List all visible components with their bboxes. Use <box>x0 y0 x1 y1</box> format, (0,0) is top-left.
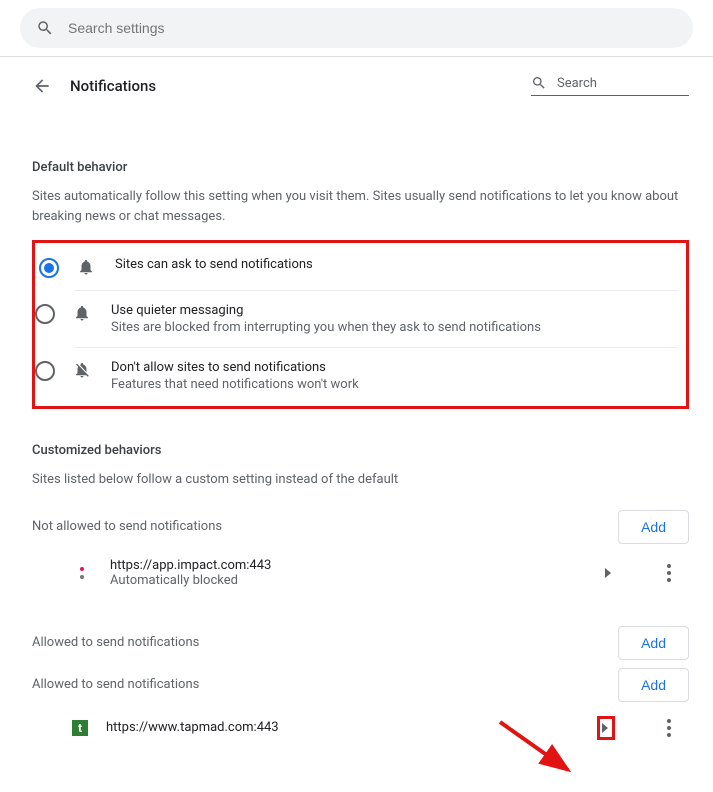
site-sublabel: Automatically blocked <box>110 573 585 588</box>
allowed-label-1: Allowed to send notifications <box>32 635 618 650</box>
customized-behaviors-title: Customized behaviors <box>32 443 689 458</box>
radio-button[interactable] <box>39 258 59 278</box>
radio-sublabel: Features that need notifications won't w… <box>111 377 674 392</box>
radio-button[interactable] <box>35 361 55 381</box>
chevron-right-icon[interactable] <box>602 723 610 733</box>
radio-option-dont-allow[interactable]: Don't allow sites to send notifications … <box>75 347 678 404</box>
inline-search-placeholder: Search <box>557 76 597 91</box>
annotation-box-chevron <box>597 716 615 740</box>
search-settings-input[interactable] <box>68 20 677 36</box>
radio-option-ask[interactable]: Sites can ask to send notifications <box>35 245 678 290</box>
not-allowed-label: Not allowed to send notifications <box>32 519 618 534</box>
more-options-icon[interactable] <box>657 564 681 582</box>
add-allowed-button-2[interactable]: Add <box>618 668 689 702</box>
radio-label: Don't allow sites to send notifications <box>111 360 674 375</box>
site-url: https://www.tapmad.com:443 <box>106 720 579 735</box>
search-settings-bar[interactable] <box>20 8 693 48</box>
site-favicon <box>72 563 92 583</box>
not-allowed-header: Not allowed to send notifications Add <box>32 510 689 544</box>
search-icon <box>36 19 54 37</box>
site-row-impact[interactable]: https://app.impact.com:443 Automatically… <box>32 544 689 602</box>
allowed-header-2: Allowed to send notifications Add <box>32 668 689 702</box>
allowed-header-1: Allowed to send notifications Add <box>32 626 689 660</box>
back-arrow-icon[interactable] <box>32 76 52 96</box>
add-not-allowed-button[interactable]: Add <box>618 510 689 544</box>
site-row-tapmad[interactable]: t https://www.tapmad.com:443 <box>32 702 689 754</box>
inline-search[interactable]: Search <box>531 75 689 96</box>
page-title: Notifications <box>70 77 513 95</box>
default-behavior-desc: Sites automatically follow this setting … <box>32 187 689 226</box>
radio-button[interactable] <box>35 304 55 324</box>
default-behavior-title: Default behavior <box>32 160 689 175</box>
bell-off-icon <box>73 361 93 379</box>
site-url: https://app.impact.com:443 <box>110 558 585 573</box>
chevron-right-icon[interactable] <box>603 568 615 578</box>
radio-sublabel: Sites are blocked from interrupting you … <box>111 320 674 335</box>
radio-option-quieter[interactable]: Use quieter messaging Sites are blocked … <box>75 290 678 347</box>
radio-label: Use quieter messaging <box>111 303 674 318</box>
add-allowed-button-1[interactable]: Add <box>618 626 689 660</box>
customized-behaviors-desc: Sites listed below follow a custom setti… <box>32 470 689 490</box>
search-icon <box>531 75 547 91</box>
radio-label: Sites can ask to send notifications <box>115 257 674 272</box>
site-favicon: t <box>72 720 88 736</box>
annotation-box-default-behavior: Sites can ask to send notifications Use … <box>32 240 689 409</box>
allowed-label-2: Allowed to send notifications <box>32 677 618 692</box>
more-options-icon[interactable] <box>657 719 681 737</box>
bell-icon <box>73 304 93 322</box>
bell-icon <box>77 258 97 276</box>
